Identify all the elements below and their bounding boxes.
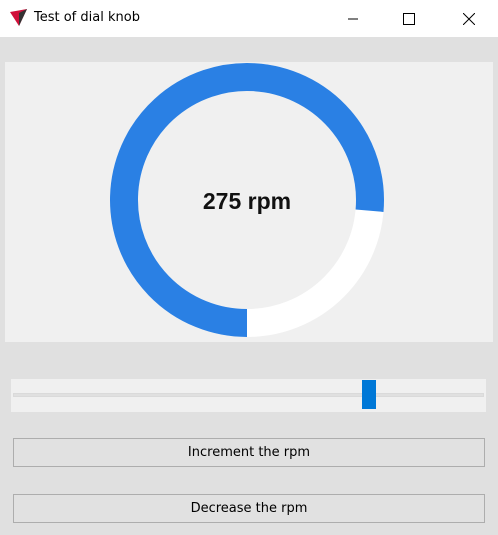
window-title: Test of dial knob [34,10,140,25]
increment-rpm-button[interactable]: Increment the rpm [13,438,485,467]
slider-thumb[interactable] [362,380,377,409]
dial-value-label: 275 rpm [203,188,291,214]
decrease-rpm-button[interactable]: Decrease the rpm [13,494,485,523]
rpm-slider[interactable] [11,379,486,412]
slider-track [13,393,484,397]
maximize-button[interactable] [386,0,432,37]
minimize-button[interactable] [330,0,376,37]
maximize-icon [403,12,415,25]
app-logo-icon [10,9,27,26]
close-button[interactable] [446,0,492,37]
dial-knob[interactable]: 275 rpm [5,62,493,342]
close-icon [463,12,475,25]
dial-panel: 275 rpm [5,62,493,342]
minimize-icon [348,18,358,19]
title-bar: Test of dial knob [0,0,498,37]
